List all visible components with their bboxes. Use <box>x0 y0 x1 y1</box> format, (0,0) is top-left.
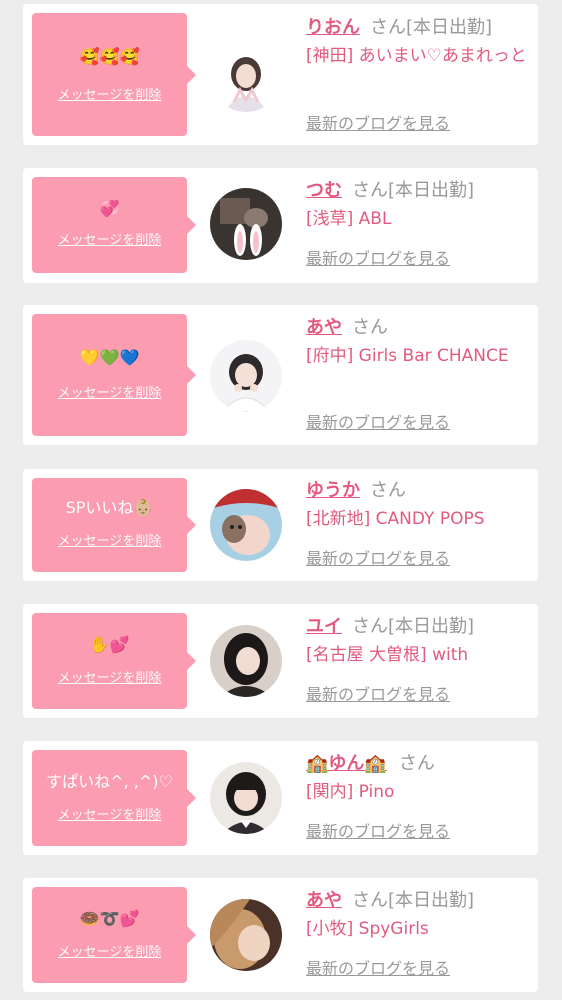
avatar[interactable] <box>210 340 282 412</box>
shop-name: [北新地] CANDY POPS <box>306 509 485 529</box>
shop-name: [神田] あいまい♡あまれっと <box>306 46 527 66</box>
message-bubble: 🍩➰💕 メッセージを削除 <box>32 887 196 983</box>
delete-message-link[interactable]: メッセージを削除 <box>32 386 187 402</box>
honorific: さん <box>370 17 406 38</box>
latest-blog-link[interactable]: 最新のブログを見る <box>306 413 450 433</box>
message-bubble: ✋💕 メッセージを削除 <box>32 613 196 709</box>
message-text: 🍩➰💕 <box>79 909 140 928</box>
shop-name: [関内] Pino <box>306 782 395 802</box>
latest-blog-link[interactable]: 最新のブログを見る <box>306 549 450 569</box>
message-text: すぱいね^, ,^)♡ <box>46 772 173 791</box>
avatar[interactable] <box>210 489 282 561</box>
shop-name: [府中] Girls Bar CHANCE <box>306 346 509 366</box>
list-item: すぱいね^, ,^)♡ メッセージを削除 🏫ゆん🏫 さん [関内] Pino 最新… <box>23 741 538 855</box>
shop-name: [小牧] SpyGirls <box>306 919 429 939</box>
honorific: さん <box>352 317 388 338</box>
delete-message-link[interactable]: メッセージを削除 <box>32 534 187 550</box>
honorific: さん <box>352 180 388 201</box>
honorific: さん <box>370 480 406 501</box>
message-text: ✋💕 <box>89 635 130 654</box>
list-item: ✋💕 メッセージを削除 ユイ さん[本日出勤] [名古屋 大曽根] with 最新… <box>23 604 538 718</box>
latest-blog-link[interactable]: 最新のブログを見る <box>306 114 450 134</box>
delete-message-link[interactable]: メッセージを削除 <box>32 88 187 104</box>
cast-name-link[interactable]: 🏫ゆん🏫 <box>306 753 387 774</box>
avatar[interactable] <box>210 188 282 260</box>
shop-name: [名古屋 大曽根] with <box>306 645 469 665</box>
avatar[interactable] <box>210 899 282 971</box>
list-item: 🥰🥰🥰 メッセージを削除 りおん さん[本日出勤] [神田] あいまい♡あまれっと… <box>23 4 538 145</box>
message-bubble: 💞 メッセージを削除 <box>32 177 196 273</box>
message-bubble: SPいいね👶🏼 メッセージを削除 <box>32 478 196 572</box>
message-list: 🥰🥰🥰 メッセージを削除 りおん さん[本日出勤] [神田] あいまい♡あまれっと… <box>0 0 562 1000</box>
cast-info: つむ さん[本日出勤] [浅草] ABL 最新のブログを見る <box>306 179 530 268</box>
status-badge: [本日出勤] <box>388 180 475 201</box>
cast-name-link[interactable]: あや <box>306 317 342 338</box>
status-badge: [本日出勤] <box>388 890 475 911</box>
list-item: SPいいね👶🏼 メッセージを削除 ゆうか さん [北新地] CANDY POPS … <box>23 469 538 581</box>
cast-name-link[interactable]: あや <box>306 890 342 911</box>
shop-name: [浅草] ABL <box>306 209 392 229</box>
cast-name-link[interactable]: ユイ <box>306 616 342 637</box>
delete-message-link[interactable]: メッセージを削除 <box>32 945 187 961</box>
honorific: さん <box>352 616 388 637</box>
delete-message-link[interactable]: メッセージを削除 <box>32 233 187 249</box>
message-text: 💞 <box>99 199 120 218</box>
cast-name-link[interactable]: りおん <box>306 17 360 38</box>
message-text: 💛💚💙 <box>79 348 140 367</box>
avatar[interactable] <box>210 40 282 112</box>
cast-info: あや さん[本日出勤] [小牧] SpyGirls 最新のブログを見る <box>306 889 530 978</box>
list-item: 💛💚💙 メッセージを削除 あや さん [府中] Girls Bar CHANCE … <box>23 305 538 445</box>
honorific: さん <box>398 753 435 774</box>
latest-blog-link[interactable]: 最新のブログを見る <box>306 959 450 979</box>
cast-info: ゆうか さん [北新地] CANDY POPS 最新のブログを見る <box>306 479 530 568</box>
message-bubble: 🥰🥰🥰 メッセージを削除 <box>32 13 196 136</box>
cast-name-link[interactable]: ゆうか <box>306 480 360 501</box>
delete-message-link[interactable]: メッセージを削除 <box>32 671 187 687</box>
latest-blog-link[interactable]: 最新のブログを見る <box>306 822 450 842</box>
message-text: SPいいね👶🏼 <box>65 498 154 517</box>
latest-blog-link[interactable]: 最新のブログを見る <box>306 249 450 269</box>
message-text: 🥰🥰🥰 <box>79 47 140 66</box>
avatar[interactable] <box>210 762 282 834</box>
honorific: さん <box>352 890 388 911</box>
avatar[interactable] <box>210 625 282 697</box>
cast-info: ユイ さん[本日出勤] [名古屋 大曽根] with 最新のブログを見る <box>306 615 530 704</box>
cast-name-link[interactable]: つむ <box>306 180 342 201</box>
status-badge: [本日出勤] <box>388 616 475 637</box>
cast-info: 🏫ゆん🏫 さん [関内] Pino 最新のブログを見る <box>306 752 530 841</box>
status-badge: [本日出勤] <box>406 17 493 38</box>
cast-info: りおん さん[本日出勤] [神田] あいまい♡あまれっと 最新のブログを見る <box>306 16 530 133</box>
message-bubble: 💛💚💙 メッセージを削除 <box>32 314 196 436</box>
cast-info: あや さん [府中] Girls Bar CHANCE 最新のブログを見る <box>306 316 530 432</box>
message-bubble: すぱいね^, ,^)♡ メッセージを削除 <box>32 750 196 846</box>
list-item: 🍩➰💕 メッセージを削除 あや さん[本日出勤] [小牧] SpyGirls 最新… <box>23 878 538 992</box>
delete-message-link[interactable]: メッセージを削除 <box>32 808 187 824</box>
list-item: 💞 メッセージを削除 つむ さん[本日出勤] [浅草] ABL 最新のブログを見る <box>23 168 538 283</box>
latest-blog-link[interactable]: 最新のブログを見る <box>306 685 450 705</box>
